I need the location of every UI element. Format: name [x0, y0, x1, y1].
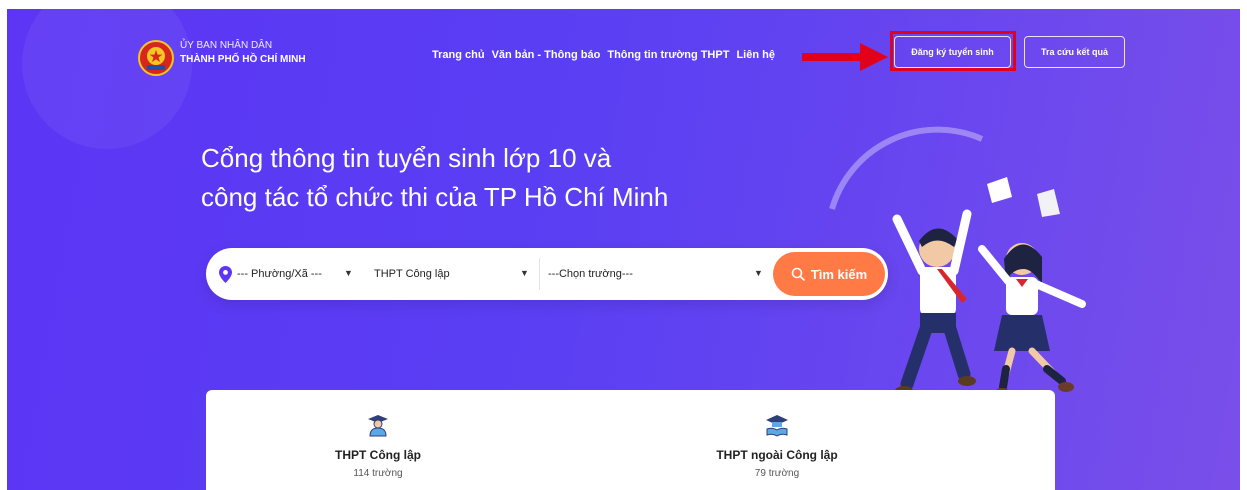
brand-text: ỦY BAN NHÂN DÂN THÀNH PHỐ HỒ CHÍ MINH	[180, 39, 306, 67]
ward-select-value: --- Phường/Xã ---	[237, 268, 322, 280]
nav-school-info[interactable]: Thông tin trường THPT	[607, 49, 729, 61]
page-frame: ỦY BAN NHÂN DÂN THÀNH PHỐ HỒ CHÍ MINH Tr…	[7, 9, 1240, 490]
stat-count: 114 trường	[353, 468, 403, 479]
school-stats-card: THPT Công lập 114 trường THPT ngoài Công…	[206, 390, 1055, 490]
search-bar: --- Phường/Xã --- ▼ THPT Công lập ▼ ---C…	[206, 248, 888, 300]
chevron-down-icon: ▼	[520, 268, 529, 278]
hero-title-line-1: Cổng thông tin tuyển sinh lớp 10 và	[201, 143, 612, 173]
search-icon	[791, 267, 805, 281]
register-button[interactable]: Đăng ký tuyển sinh	[894, 36, 1011, 68]
emblem-logo-icon[interactable]	[138, 40, 174, 76]
school-type-select-value: THPT Công lập	[374, 268, 450, 280]
stat-count: 79 trường	[754, 468, 800, 479]
graduate-student-icon	[368, 415, 388, 437]
search-button-label: Tìm kiếm	[810, 266, 868, 282]
chevron-down-icon: ▼	[754, 268, 763, 278]
stat-label: THPT Công lập	[335, 448, 421, 462]
lookup-results-button[interactable]: Tra cứu kết quả	[1024, 36, 1125, 68]
graduation-cap-book-icon	[766, 415, 788, 437]
background-decoration	[22, 9, 192, 149]
search-divider	[539, 258, 540, 290]
school-type-select[interactable]: THPT Công lập ▼	[374, 248, 534, 300]
main-nav: Trang chủ Văn bản - Thông báo Thông tin …	[432, 49, 775, 61]
red-arrow-annotation-icon	[802, 43, 888, 71]
org-line-1: ỦY BAN NHÂN DÂN	[180, 40, 273, 51]
ward-select[interactable]: --- Phường/Xã --- ▼	[237, 248, 361, 300]
hero-title-line-2: công tác tổ chức thi của TP Hồ Chí Minh	[201, 182, 669, 212]
stat-label: THPT ngoài Công lập	[716, 448, 838, 462]
school-select[interactable]: ---Chọn trường--- ▼	[548, 248, 768, 300]
chevron-down-icon: ▼	[344, 268, 353, 278]
stat-public-schools[interactable]: THPT Công lập 114 trường	[278, 390, 478, 479]
hero-title: Cổng thông tin tuyển sinh lớp 10 và công…	[201, 139, 668, 217]
location-pin-icon	[219, 266, 232, 283]
school-select-value: ---Chọn trường---	[548, 268, 633, 280]
search-button[interactable]: Tìm kiếm	[773, 252, 885, 296]
nav-home[interactable]: Trang chủ	[432, 49, 485, 61]
nav-contact[interactable]: Liên hệ	[736, 49, 775, 61]
nav-documents[interactable]: Văn bản - Thông báo	[492, 49, 601, 61]
stat-private-schools[interactable]: THPT ngoài Công lập 79 trường	[677, 390, 877, 479]
org-line-2: THÀNH PHỐ HỒ CHÍ MINH	[180, 54, 306, 65]
